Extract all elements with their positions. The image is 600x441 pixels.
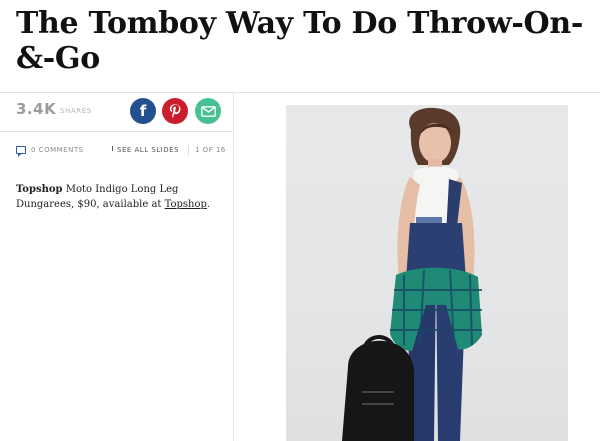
column-divider — [233, 93, 234, 441]
envelope-icon — [200, 105, 216, 117]
header-divider — [0, 92, 600, 93]
share-count: 3.4K — [16, 100, 57, 118]
model-photo-illustration — [342, 107, 482, 441]
meta-divider — [0, 131, 233, 132]
pinterest-share-button[interactable] — [162, 98, 188, 124]
see-all-slides-link[interactable]: SEE ALL SLIDES — [117, 144, 179, 156]
pinterest-icon — [169, 104, 181, 118]
caption-brand: Topshop — [16, 184, 63, 195]
email-share-button[interactable] — [195, 98, 221, 124]
caption-retailer-link[interactable]: Topshop — [165, 199, 207, 210]
slides-marker-icon — [112, 146, 113, 151]
slide-counter: 1 OF 16 — [195, 146, 226, 154]
slide-image[interactable] — [286, 105, 568, 441]
share-label: SHARES — [60, 107, 92, 115]
facebook-icon: f — [139, 102, 147, 120]
facebook-share-button[interactable]: f — [130, 98, 156, 124]
slide-caption: Topshop Moto Indigo Long Leg Dungarees, … — [16, 182, 228, 212]
article-headline: The Tomboy Way To Do Throw-On-&-Go — [16, 6, 583, 76]
comment-icon[interactable] — [16, 146, 26, 157]
comments-link[interactable]: 0 COMMENTS — [31, 144, 84, 156]
meta-separator — [188, 145, 189, 155]
caption-end: . — [206, 199, 211, 210]
